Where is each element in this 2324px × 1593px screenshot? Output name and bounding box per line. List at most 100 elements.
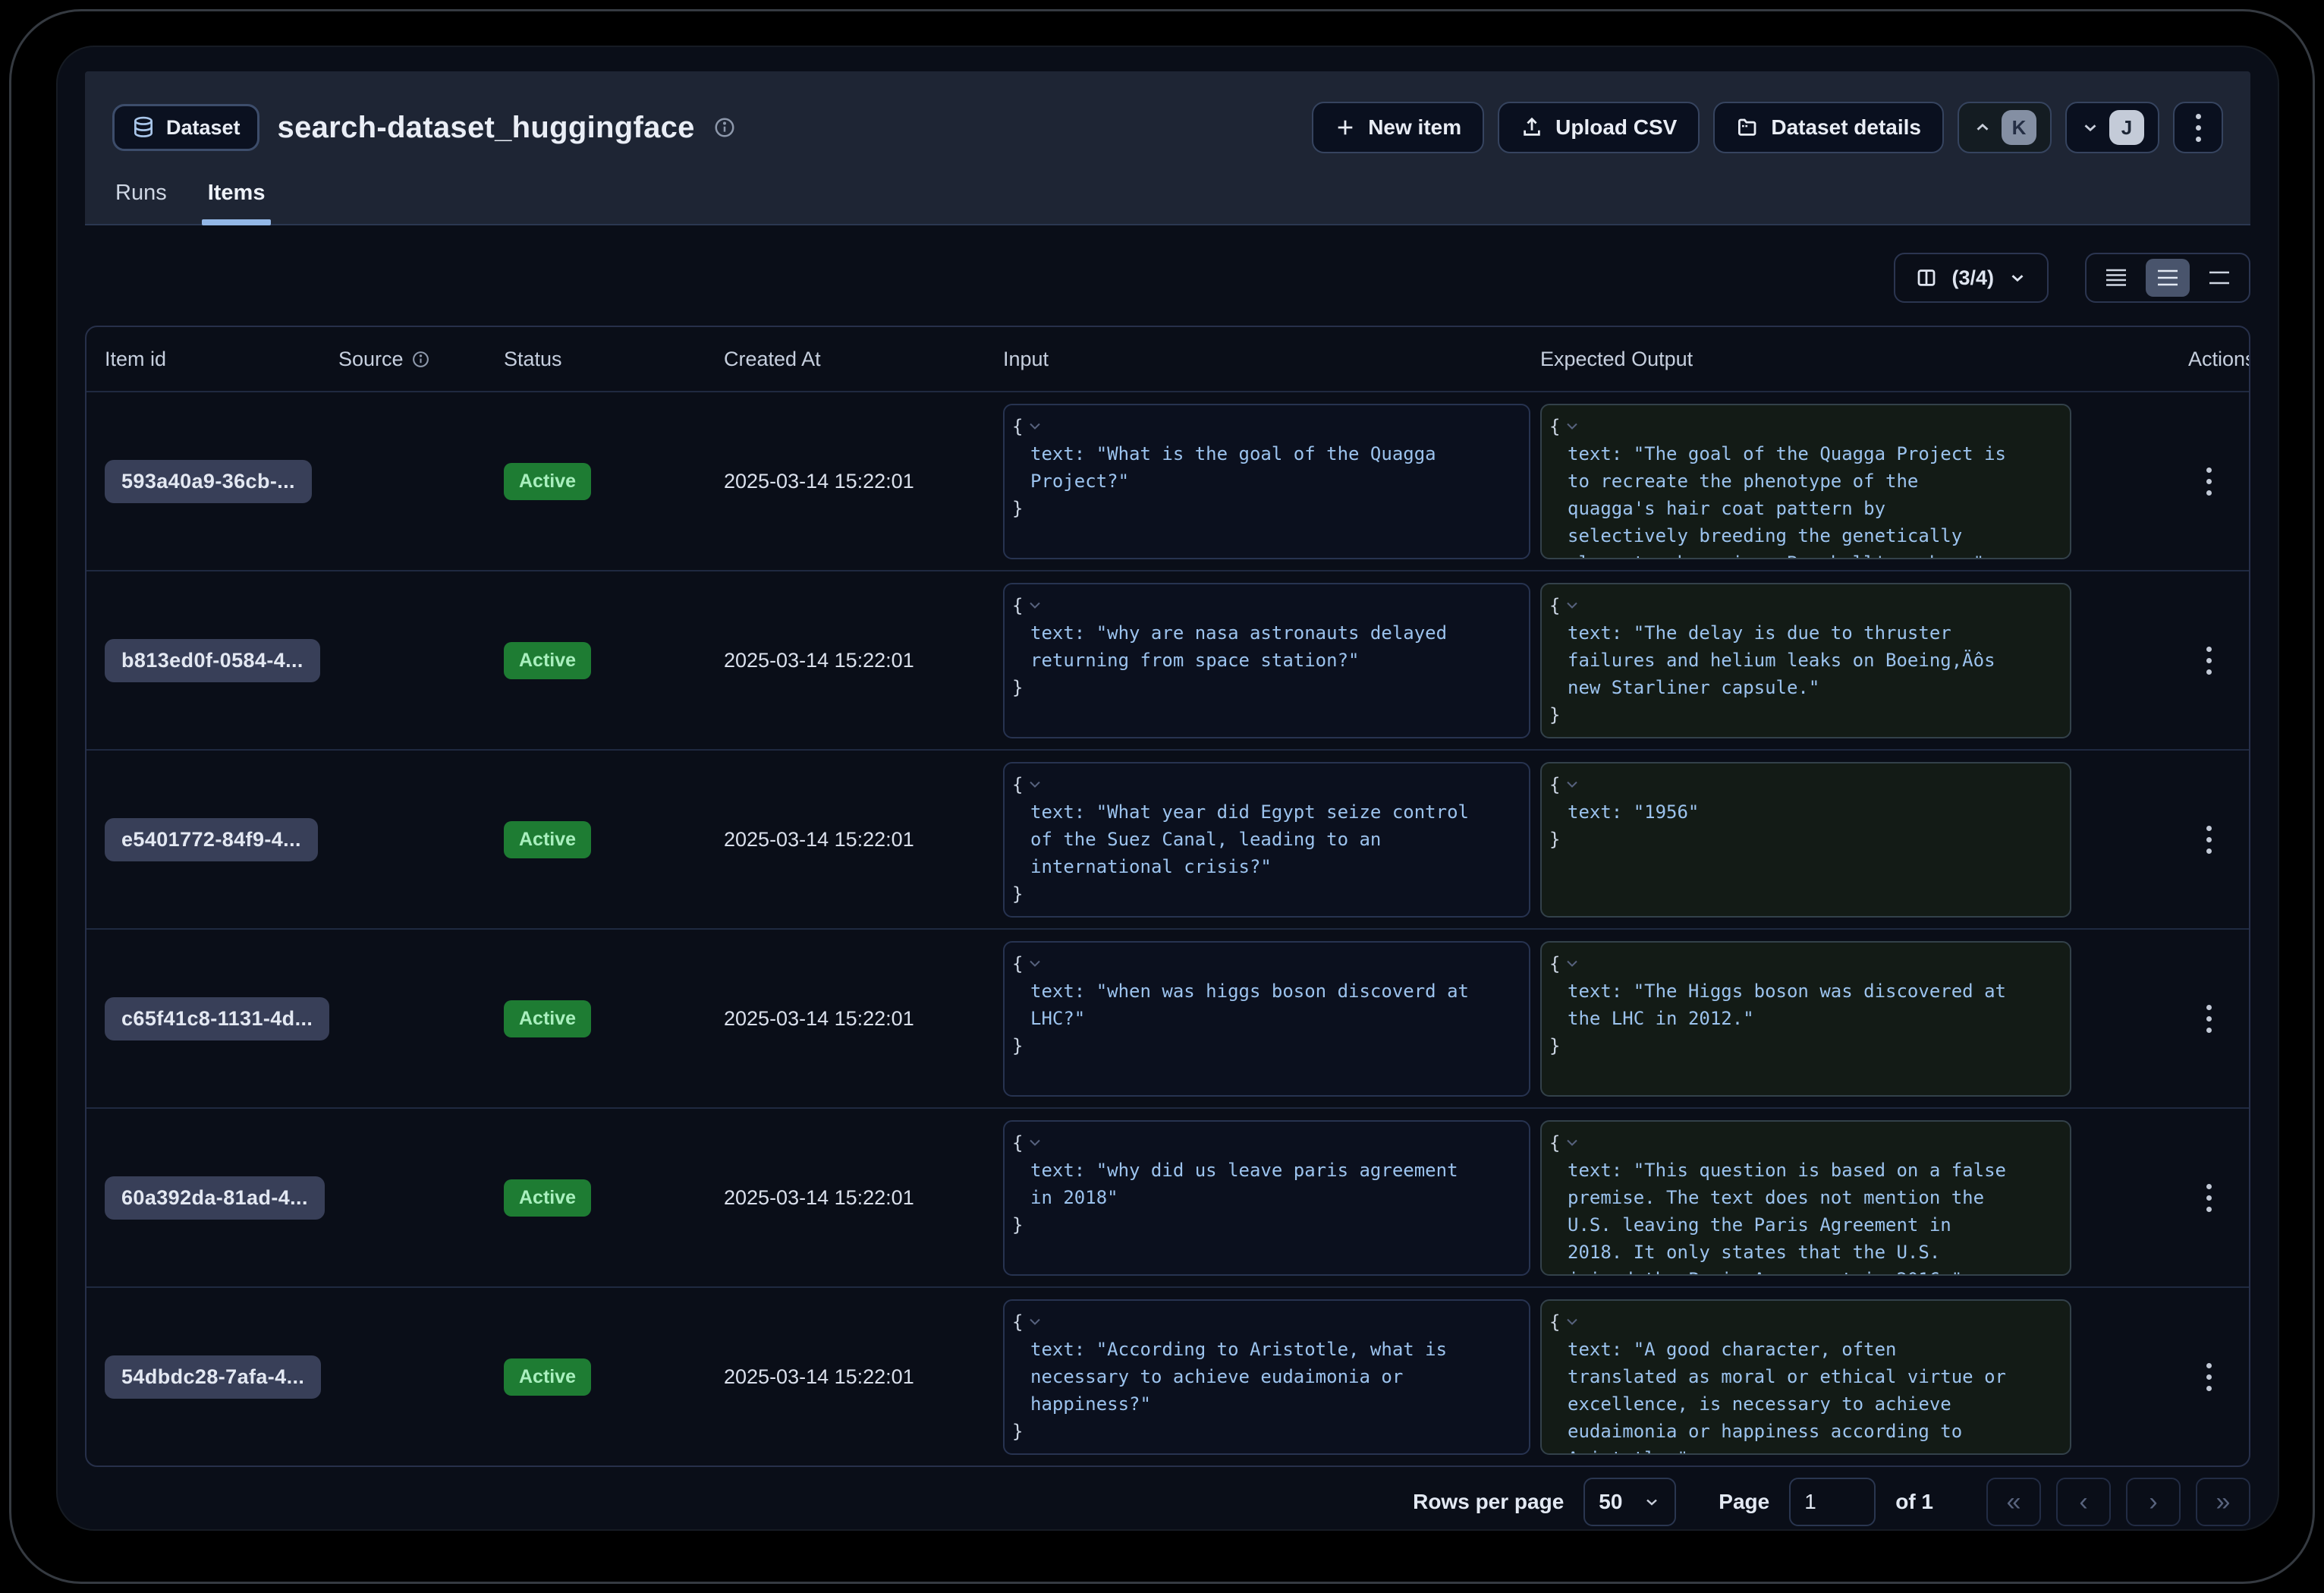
brace-open: {	[1012, 1129, 1023, 1157]
title-info-icon[interactable]	[713, 116, 736, 139]
rows-per-page-select[interactable]: 50	[1583, 1478, 1676, 1526]
json-value: "What year did Egypt seize control of th…	[1030, 801, 1469, 877]
row-density-toggle-group	[2085, 253, 2250, 303]
columns-icon	[1915, 266, 1938, 289]
json-value: "why are nasa astronauts delayed returni…	[1030, 622, 1447, 671]
item-id-chip[interactable]: b813ed0f-0584-4...	[105, 639, 320, 682]
input-json-cell: { text:"According to Aristotle, what is …	[1003, 1299, 1530, 1455]
json-key: text:	[1030, 801, 1085, 823]
next-page-button[interactable]: ›	[2126, 1478, 2181, 1526]
collapse-chevron-icon[interactable]	[1566, 959, 1578, 968]
previous-page-button[interactable]: ‹	[2056, 1478, 2111, 1526]
expected-output-json-cell: { text:"A good character, often translat…	[1540, 1299, 2071, 1455]
new-item-button[interactable]: New item	[1312, 102, 1484, 153]
new-item-label: New item	[1368, 115, 1461, 140]
upload-icon	[1521, 116, 1543, 139]
input-json-cell: { text:"What is the goal of the Quagga P…	[1003, 404, 1530, 559]
expected-output-json-cell: { text:"1956" }	[1540, 762, 2071, 918]
collapse-chevron-icon[interactable]	[1029, 601, 1041, 609]
table-row: c65f41c8-1131-4d... Active 2025-03-14 15…	[86, 928, 2249, 1107]
folder-icon	[1736, 116, 1759, 139]
json-value: "when was higgs boson discoverd at LHC?"	[1030, 981, 1469, 1029]
dataset-details-button[interactable]: Dataset details	[1713, 102, 1944, 153]
table-row: 60a392da-81ad-4... Active 2025-03-14 15:…	[86, 1107, 2249, 1286]
pagination-controls: « ‹ › »	[1986, 1478, 2250, 1526]
expected-output-json-cell: { text:"This question is based on a fals…	[1540, 1120, 2071, 1276]
user-j-button[interactable]: J	[2065, 102, 2159, 153]
row-actions-menu-button[interactable]	[2206, 1184, 2222, 1212]
chevron-down-icon	[2080, 118, 2100, 137]
collapse-chevron-icon[interactable]	[1566, 1138, 1578, 1147]
brace-close: }	[1012, 1418, 1529, 1445]
first-page-icon: «	[2007, 1488, 2021, 1517]
chevron-down-icon	[1643, 1493, 1661, 1511]
json-value: "What is the goal of the Quagga Project?…	[1030, 443, 1436, 492]
last-page-button[interactable]: »	[2196, 1478, 2250, 1526]
item-id-chip[interactable]: e5401772-84f9-4...	[105, 818, 318, 861]
density-compact-button[interactable]	[2094, 259, 2138, 297]
brace-close: }	[1549, 826, 2070, 853]
user-k-button[interactable]: K	[1958, 102, 2052, 153]
json-value: "The delay is due to thruster failures a…	[1568, 622, 1995, 698]
collapse-chevron-icon[interactable]	[1029, 780, 1041, 789]
col-header-actions: Actions	[2085, 348, 2250, 371]
density-relaxed-icon	[2208, 268, 2231, 288]
kebab-icon	[2196, 114, 2201, 142]
brace-open: {	[1549, 413, 1560, 440]
table-row: 54dbdc28-7afa-4... Active 2025-03-14 15:…	[86, 1286, 2249, 1465]
column-visibility-selector[interactable]: (3/4)	[1894, 253, 2049, 303]
row-actions-menu-button[interactable]	[2206, 468, 2222, 496]
item-id-chip[interactable]: 60a392da-81ad-4...	[105, 1176, 325, 1220]
json-key: text:	[1568, 622, 1622, 644]
expected-output-json-cell: { text:"The delay is due to thruster fai…	[1540, 583, 2071, 738]
item-id-chip[interactable]: 54dbdc28-7afa-4...	[105, 1355, 321, 1399]
row-actions-menu-button[interactable]	[2206, 1005, 2222, 1033]
density-medium-button[interactable]	[2146, 259, 2190, 297]
first-page-button[interactable]: «	[1986, 1478, 2041, 1526]
row-actions-menu-button[interactable]	[2206, 1363, 2222, 1391]
input-json-cell: { text:"when was higgs boson discoverd a…	[1003, 941, 1530, 1097]
rows-per-page-label: Rows per page	[1413, 1490, 1564, 1514]
tab-items-label: Items	[208, 181, 266, 205]
upload-csv-button[interactable]: Upload CSV	[1498, 102, 1700, 153]
tab-items[interactable]: Items	[208, 181, 266, 224]
col-header-item-id: Item id	[105, 348, 338, 371]
item-id-chip[interactable]: c65f41c8-1131-4d...	[105, 997, 329, 1040]
collapse-chevron-icon[interactable]	[1566, 422, 1578, 430]
input-json-cell: { text:"why are nasa astronauts delayed …	[1003, 583, 1530, 738]
item-id-chip[interactable]: 593a40a9-36cb-...	[105, 460, 312, 503]
collapse-chevron-icon[interactable]	[1566, 1318, 1578, 1326]
json-key: text:	[1568, 1160, 1622, 1181]
active-tab-underline	[202, 219, 272, 225]
page-number-input[interactable]	[1789, 1478, 1876, 1526]
created-at-cell: 2025-03-14 15:22:01	[724, 1186, 1003, 1210]
avatar-k: K	[2002, 110, 2036, 145]
json-value: "The goal of the Quagga Project is to re…	[1568, 443, 2006, 559]
created-at-cell: 2025-03-14 15:22:01	[724, 828, 1003, 852]
status-badge: Active	[504, 1358, 591, 1396]
rows-per-page-value: 50	[1599, 1490, 1622, 1514]
table-toolbar: (3/4)	[85, 253, 2250, 303]
row-actions-menu-button[interactable]	[2206, 826, 2222, 854]
brace-open: {	[1012, 1308, 1023, 1336]
collapse-chevron-icon[interactable]	[1029, 1318, 1041, 1326]
page-title: search-dataset_huggingface	[278, 111, 695, 145]
brace-close: }	[1012, 1211, 1529, 1239]
density-relaxed-button[interactable]	[2197, 259, 2241, 297]
row-actions-menu-button[interactable]	[2206, 647, 2222, 675]
collapse-chevron-icon[interactable]	[1029, 422, 1041, 430]
brace-close: }	[1549, 1032, 2070, 1059]
collapse-chevron-icon[interactable]	[1029, 959, 1041, 968]
brace-close: }	[1549, 701, 2070, 729]
source-info-icon[interactable]	[411, 350, 430, 369]
table-footer: Rows per page 50 Page of 1 « ‹ › »	[85, 1478, 2250, 1526]
brace-close: }	[1012, 495, 1529, 522]
dataset-details-label: Dataset details	[1771, 115, 1921, 140]
collapse-chevron-icon[interactable]	[1566, 601, 1578, 609]
collapse-chevron-icon[interactable]	[1566, 780, 1578, 789]
json-key: text:	[1030, 981, 1085, 1002]
header-overflow-menu-button[interactable]	[2173, 102, 2223, 153]
tab-runs[interactable]: Runs	[115, 181, 167, 224]
collapse-chevron-icon[interactable]	[1029, 1138, 1041, 1147]
page-label: Page	[1719, 1490, 1769, 1514]
